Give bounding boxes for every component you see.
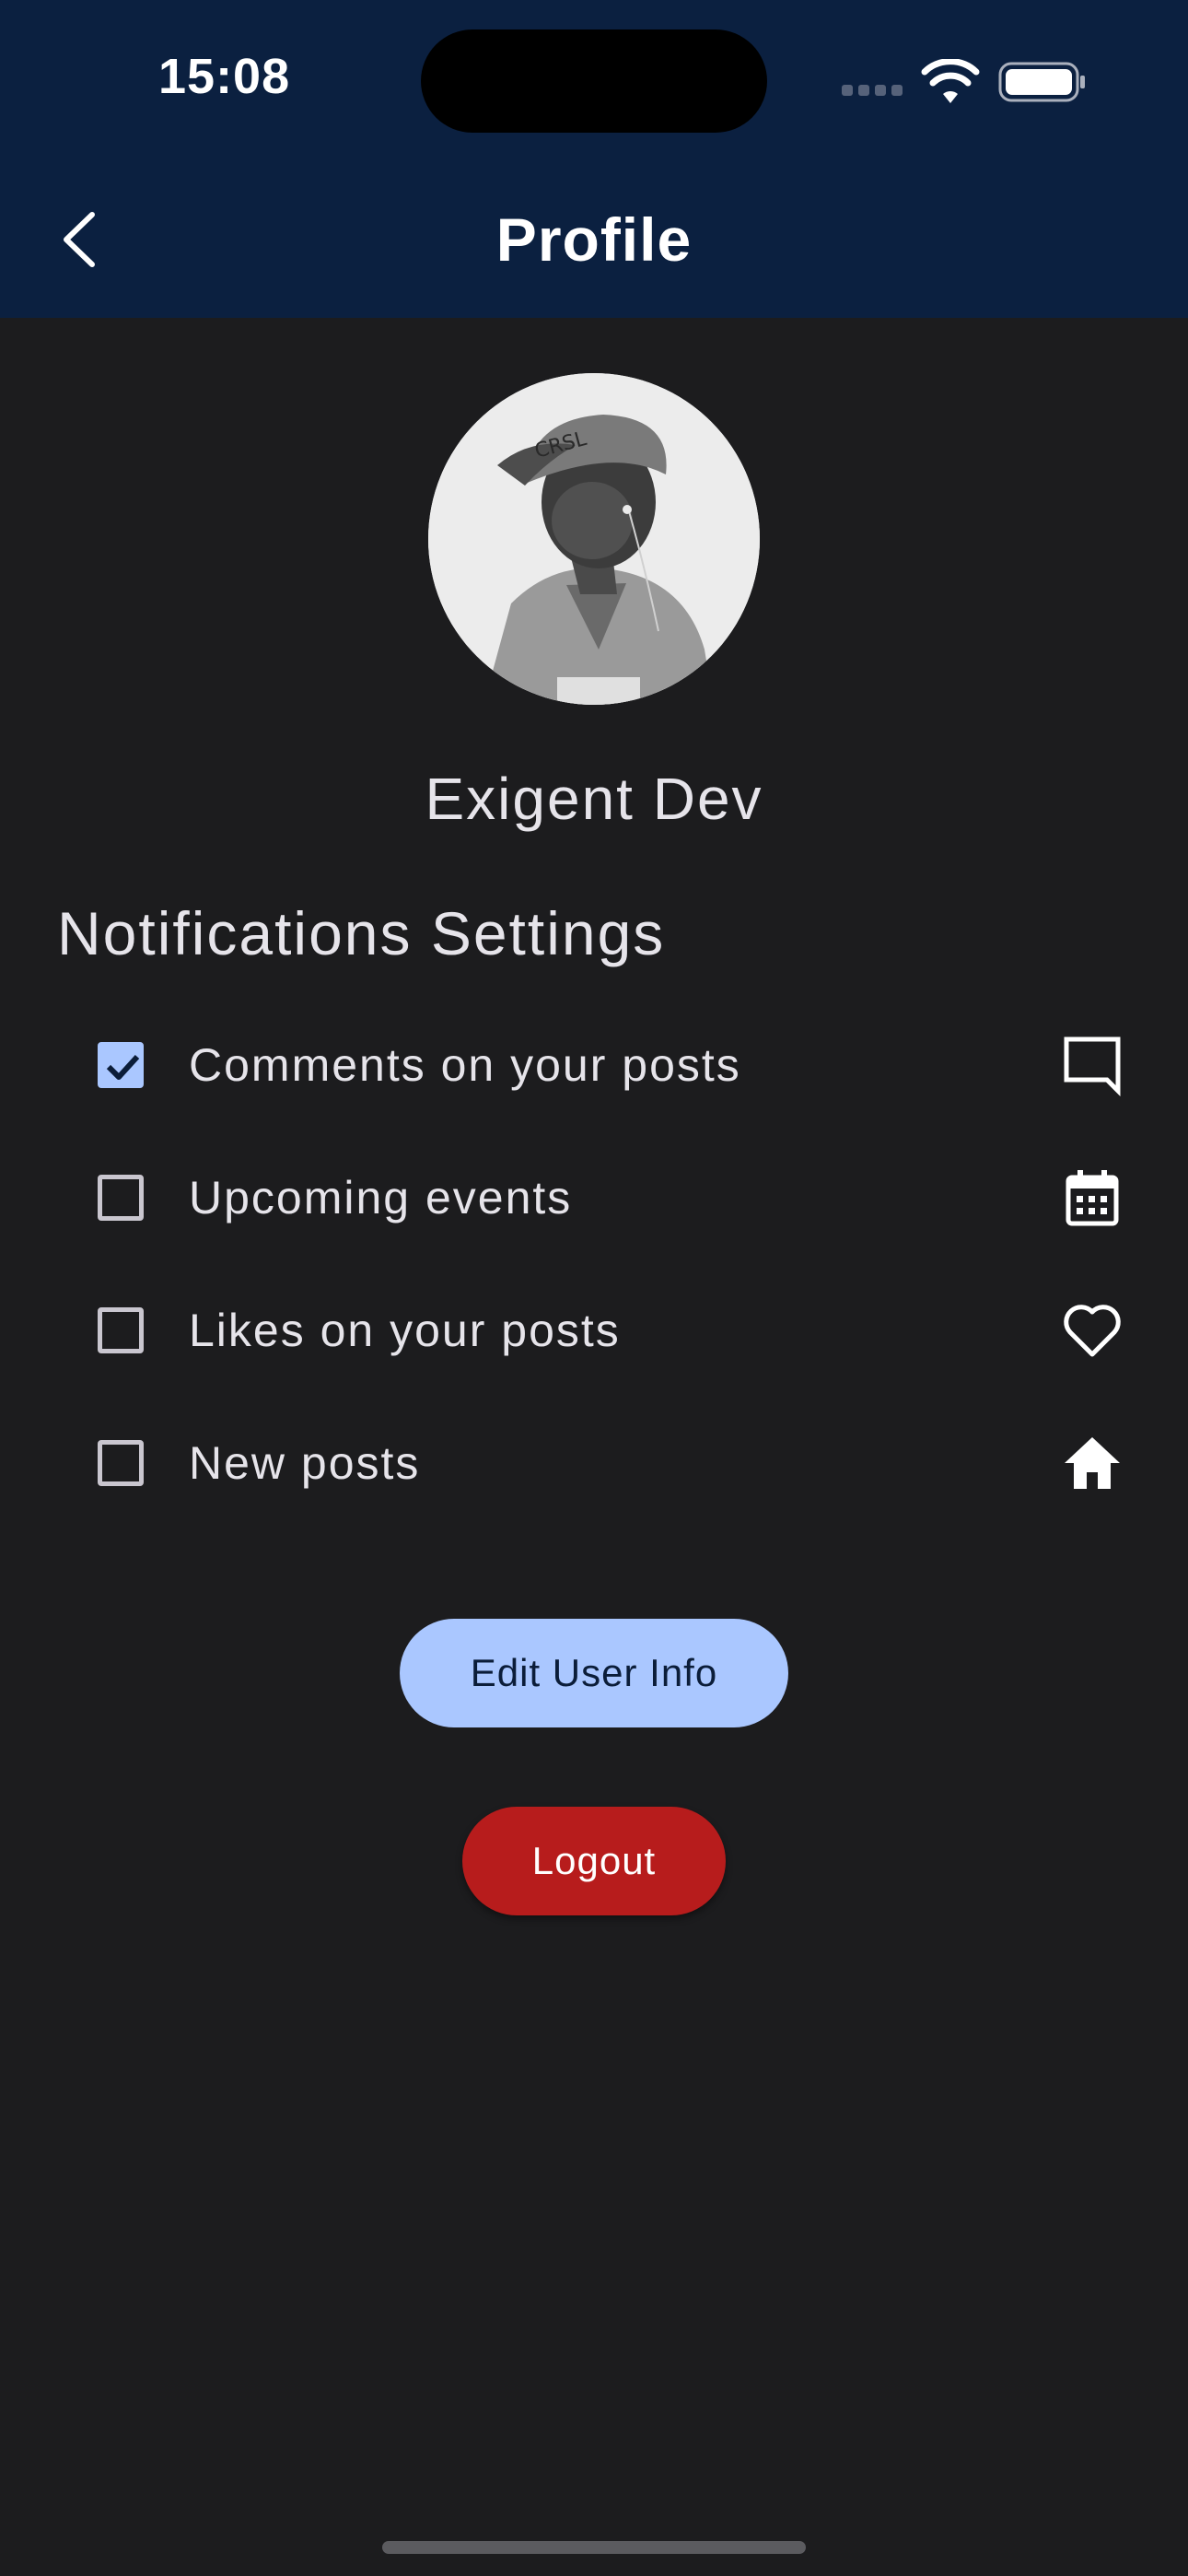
setting-label-new-posts: New posts <box>189 1437 421 1489</box>
setting-label-likes: Likes on your posts <box>189 1305 621 1356</box>
setting-row-events[interactable]: Upcoming events <box>0 1138 1188 1258</box>
setting-row-likes[interactable]: Likes on your posts <box>0 1270 1188 1390</box>
setting-row-new-posts[interactable]: New posts <box>0 1403 1188 1523</box>
comments-checkbox[interactable] <box>98 1042 144 1088</box>
setting-label-events: Upcoming events <box>189 1172 573 1224</box>
avatar: CRSL <box>428 373 760 705</box>
battery-icon <box>998 62 1085 102</box>
wifi-icon <box>921 59 980 103</box>
new-posts-checkbox[interactable] <box>98 1440 144 1486</box>
cellular-signal-icon <box>842 85 904 98</box>
likes-checkbox[interactable] <box>98 1307 144 1353</box>
app-header: 15:08 Profile <box>0 0 1188 318</box>
section-title: Notifications Settings <box>57 899 666 967</box>
page-title: Profile <box>495 205 693 274</box>
checkmark-icon <box>106 1054 140 1080</box>
events-checkbox[interactable] <box>98 1175 144 1221</box>
logout-button[interactable]: Logout <box>462 1807 726 1915</box>
setting-label-comments: Comments on your posts <box>189 1039 741 1091</box>
comment-icon <box>1064 1036 1121 1096</box>
edit-user-info-button[interactable]: Edit User Info <box>400 1619 788 1727</box>
heart-icon <box>1064 1305 1121 1357</box>
setting-row-comments[interactable]: Comments on your posts <box>0 1005 1188 1125</box>
avatar-image: CRSL <box>428 373 760 705</box>
home-icon <box>1065 1437 1120 1489</box>
status-time: 15:08 <box>158 49 291 104</box>
dynamic-island <box>421 29 767 133</box>
user-name: Exigent Dev <box>425 766 763 832</box>
home-indicator <box>382 2541 806 2554</box>
calendar-icon <box>1066 1170 1119 1226</box>
